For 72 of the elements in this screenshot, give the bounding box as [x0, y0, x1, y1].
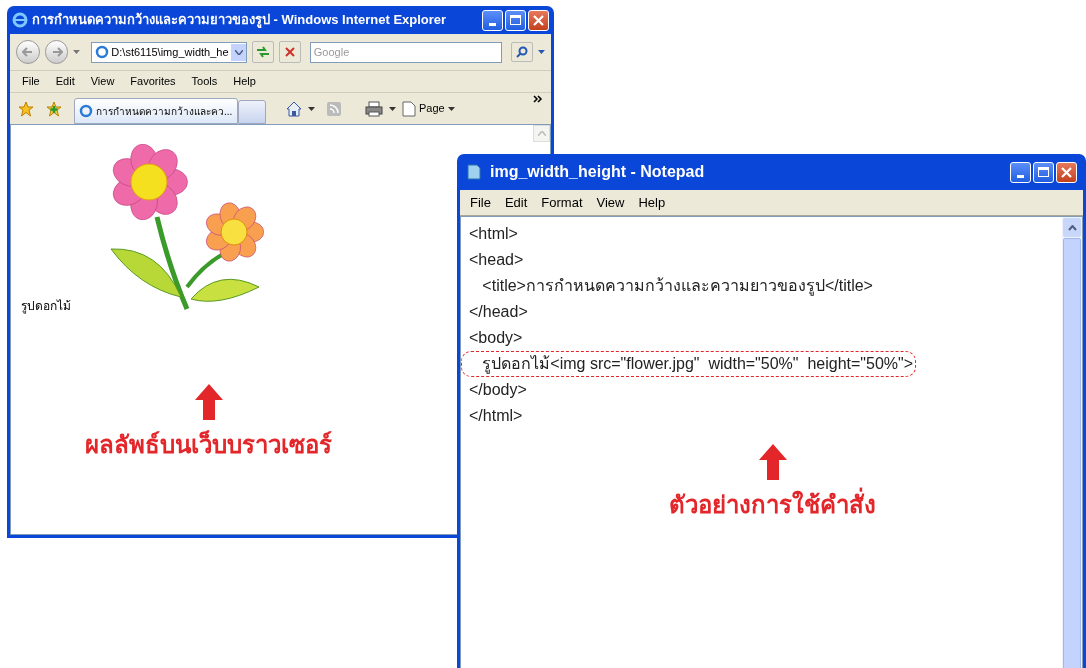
minimize-icon — [1017, 174, 1024, 178]
menu-item[interactable]: View — [596, 192, 625, 213]
code-line: รูปดอกไม้<img src="flower.jpg" width="50%" height="50%"> — [461, 351, 917, 377]
menu-item[interactable]: Favorites — [130, 73, 176, 90]
up-arrow-icon — [193, 383, 224, 421]
minimize-icon — [489, 22, 496, 26]
maximize-button[interactable] — [1033, 161, 1054, 183]
menu-item[interactable]: Format — [541, 192, 583, 213]
window-title: การกำหนดความกว้างและความยาวของรูป - Windows Internet Explorer — [32, 11, 448, 30]
page-menu-button[interactable]: Page — [402, 100, 455, 117]
dropdown-caret-icon — [308, 106, 315, 111]
chevron-up-icon — [537, 131, 546, 136]
printer-icon — [365, 100, 383, 117]
page-icon — [402, 100, 416, 117]
annotation-caption: ตัวอย่างการใช้คำสั่ง — [669, 487, 876, 523]
refresh-icon — [256, 46, 271, 58]
maximize-icon — [510, 15, 521, 25]
search-button[interactable] — [511, 42, 534, 62]
close-button[interactable] — [1056, 161, 1077, 183]
address-field[interactable]: D:\st6115\img_width_he — [91, 41, 248, 63]
dropdown-caret-icon — [73, 50, 81, 54]
up-arrow-icon — [757, 443, 788, 481]
menu-item[interactable]: Help — [638, 192, 666, 213]
code-line: </body> — [469, 380, 527, 400]
menu-item[interactable]: Help — [233, 73, 256, 90]
menu-item[interactable]: File — [22, 73, 40, 90]
page-text: รูปดอกไม้ — [21, 298, 71, 315]
search-icon — [516, 46, 529, 58]
close-icon — [533, 14, 544, 26]
home-icon — [286, 100, 302, 117]
stop-button[interactable] — [279, 41, 301, 63]
chevron-up-icon — [1067, 224, 1077, 231]
star-icon — [18, 100, 34, 117]
code-line: </html> — [469, 406, 523, 426]
page-globe-icon — [79, 104, 93, 118]
browser-tab[interactable]: การกำหนดความกว้างและคว... — [74, 98, 238, 124]
dropdown-caret-icon — [538, 50, 545, 54]
notepad-icon — [466, 163, 482, 181]
add-favorite-icon — [46, 100, 62, 117]
back-button[interactable] — [16, 40, 40, 64]
browser-logo-icon — [12, 12, 28, 28]
code-line: <html> — [469, 224, 518, 244]
minimize-button[interactable] — [1010, 161, 1031, 183]
page-globe-icon — [95, 45, 110, 59]
code-line: <title>การกำหนดความกว้างและความยาวของรูป</title> — [481, 276, 873, 298]
dropdown-caret-icon — [447, 106, 455, 111]
search-field[interactable]: Google — [309, 41, 503, 63]
back-arrow-icon — [21, 46, 34, 58]
close-icon — [284, 47, 295, 57]
scroll-up-button[interactable] — [1063, 218, 1081, 237]
chevron-icon — [533, 95, 543, 103]
code-line: <head> — [469, 250, 524, 270]
menu-item[interactable]: Edit — [504, 192, 528, 213]
close-icon — [1061, 166, 1072, 178]
dropdown-caret-icon — [389, 106, 396, 111]
forward-button[interactable] — [44, 40, 69, 64]
code-line: <body> — [469, 328, 523, 348]
code-line: </head> — [469, 302, 528, 322]
minimize-button[interactable] — [482, 9, 503, 31]
close-button[interactable] — [528, 9, 549, 31]
forward-arrow-icon — [50, 46, 63, 58]
maximize-icon — [1038, 167, 1049, 177]
menu-item[interactable]: Tools — [191, 73, 218, 90]
refresh-button[interactable] — [252, 41, 275, 63]
menu-item[interactable]: Edit — [55, 73, 75, 90]
maximize-button[interactable] — [505, 9, 526, 31]
menu-item[interactable]: File — [470, 192, 491, 213]
feed-icon — [327, 101, 341, 116]
annotation-caption: ผลลัพธ์บนเว็บบราวเซอร์ — [85, 429, 332, 460]
menu-item[interactable]: View — [90, 73, 115, 90]
address-dropdown-icon — [231, 43, 247, 61]
window-title: img_width_height - Notepad — [490, 162, 706, 182]
